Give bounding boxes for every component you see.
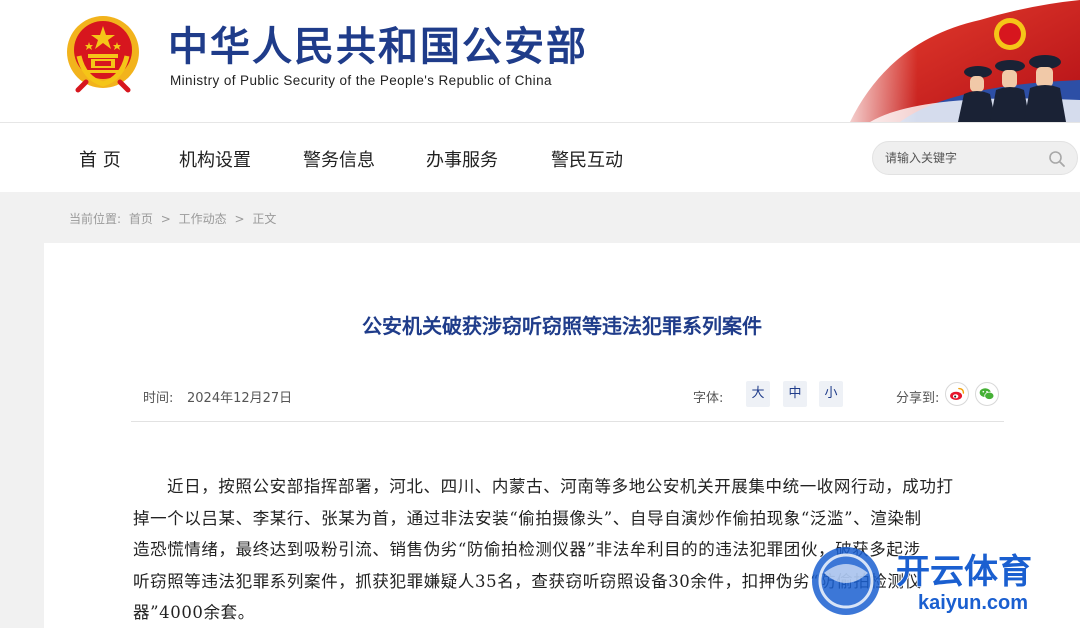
article-title: 公安机关破获涉窃听窃照等违法犯罪系列案件 <box>362 314 762 338</box>
breadcrumb-separator: > <box>234 212 245 226</box>
publish-time: 2024年12月27日 <box>187 391 293 406</box>
police-banner-image <box>830 0 1080 122</box>
search-input[interactable] <box>885 147 1045 169</box>
nav-item-services[interactable]: 办事服务 <box>426 146 498 172</box>
nav-item-police-info[interactable]: 警务信息 <box>303 146 375 172</box>
font-size-label: 字体: <box>693 391 724 406</box>
breadcrumb-item-current: 正文 <box>252 212 277 226</box>
svg-text:kaiyun.com: kaiyun.com <box>918 592 1028 614</box>
nav-item-home[interactable]: 首 页 <box>79 146 121 172</box>
article-paragraph-line: 近日，按照公安部指挥部署，河北、四川、内蒙古、河南等多地公安机关开展集中统一收网… <box>167 477 954 496</box>
publish-time-label: 时间: <box>143 391 174 406</box>
national-emblem-icon[interactable] <box>64 12 142 94</box>
breadcrumb-separator: > <box>160 212 171 226</box>
breadcrumb-item-home[interactable]: 首页 <box>129 212 153 226</box>
breadcrumb-item-work-news[interactable]: 工作动态 <box>179 212 227 226</box>
search-icon[interactable] <box>1047 149 1067 169</box>
search-box <box>872 141 1078 175</box>
nav-item-organization[interactable]: 机构设置 <box>179 146 251 172</box>
article-divider <box>131 421 1004 422</box>
font-size-large-button[interactable]: 大 <box>746 381 770 407</box>
site-subtitle: Ministry of Public Security of the Peopl… <box>170 73 552 88</box>
site-title: 中华人民共和国公安部 <box>168 24 588 70</box>
weibo-icon[interactable] <box>945 382 969 406</box>
wechat-icon[interactable] <box>975 382 999 406</box>
nav-item-interaction[interactable]: 警民互动 <box>551 146 623 172</box>
main-nav: 首 页 机构设置 警务信息 办事服务 警民互动 <box>0 122 1080 192</box>
share-label: 分享到: <box>896 391 940 406</box>
breadcrumb: 当前位置: 首页 > 工作动态 > 正文 <box>69 210 280 227</box>
article-paragraph-line: 器”4000余套。 <box>133 603 255 622</box>
font-size-small-button[interactable]: 小 <box>819 381 843 407</box>
font-size-medium-button[interactable]: 中 <box>783 381 807 407</box>
kaiyun-watermark-logo: 开云体育 kaiyun.com <box>812 547 1033 615</box>
svg-text:开云体育: 开云体育 <box>896 552 1032 592</box>
breadcrumb-prefix: 当前位置: <box>69 212 122 226</box>
site-header: 中华人民共和国公安部 Ministry of Public Security o… <box>0 0 1080 122</box>
article-paragraph-line: 掉一个以吕某、李某行、张某为首，通过非法安装“偷拍摄像头”、自导自演炒作偷拍现象… <box>133 509 922 528</box>
